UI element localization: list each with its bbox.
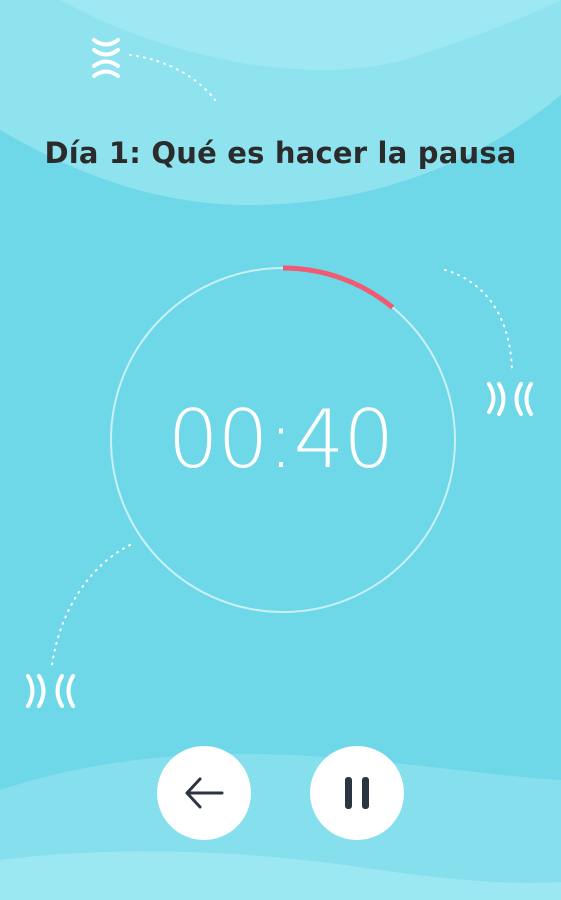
timer-display: 00:40 — [167, 393, 395, 486]
pause-button[interactable] — [310, 746, 404, 840]
pause-icon — [345, 777, 369, 809]
back-button[interactable] — [157, 746, 251, 840]
arrow-left-icon — [185, 777, 224, 809]
progress-arc — [282, 265, 395, 310]
